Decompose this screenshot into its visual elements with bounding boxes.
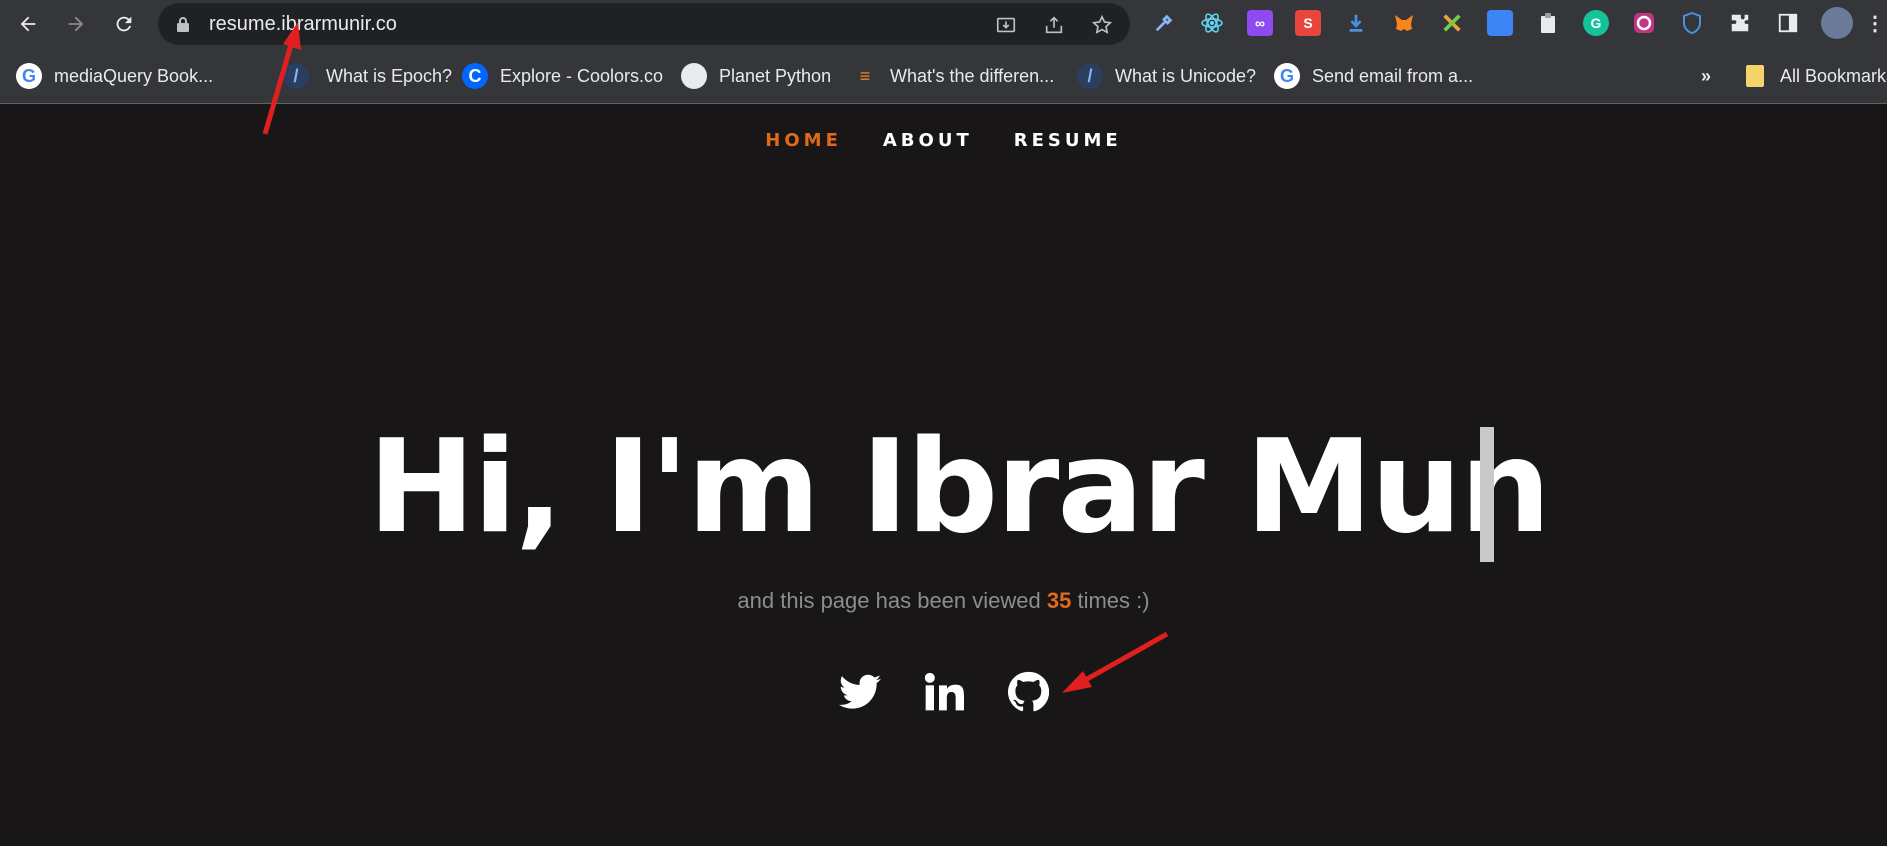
color-picker-extension-icon[interactable] — [1151, 10, 1177, 36]
github-icon[interactable] — [1006, 670, 1050, 714]
bookmark-mediaquery[interactable]: G mediaQuery Book... — [16, 63, 213, 89]
coolors-icon: C — [462, 63, 488, 89]
reload-button[interactable] — [108, 8, 140, 40]
react-devtools-icon[interactable] — [1199, 10, 1225, 36]
forward-button[interactable] — [60, 8, 92, 40]
site-nav: HOME ABOUT RESUME — [0, 130, 1887, 151]
linkedin-icon[interactable] — [922, 670, 966, 714]
browser-toolbar: resume.ibrarmunir.co ∞ S G ⋮ — [0, 0, 1887, 48]
nav-home[interactable]: HOME — [765, 130, 842, 151]
bookmarks-overflow-button[interactable]: » — [1701, 63, 1711, 89]
purple-extension-icon[interactable]: ∞ — [1247, 10, 1273, 36]
globe-icon — [681, 63, 707, 89]
forward-arrow-icon — [68, 16, 84, 32]
twitter-icon[interactable] — [838, 670, 882, 714]
bookmark-epoch[interactable]: / What is Epoch? — [283, 63, 452, 89]
typing-cursor — [1480, 427, 1494, 562]
download-extension-icon[interactable] — [1343, 10, 1369, 36]
star-bookmark-icon[interactable] — [1090, 13, 1114, 37]
shield-extension-icon[interactable] — [1679, 10, 1705, 36]
view-count: 35 — [1046, 588, 1072, 613]
folder-icon — [1746, 65, 1764, 87]
bookmark-coolors[interactable]: C Explore - Coolors.co — [462, 63, 663, 89]
bookmark-unicode[interactable]: / What is Unicode? — [1077, 63, 1256, 89]
address-bar[interactable]: resume.ibrarmunir.co — [158, 3, 1130, 45]
back-button[interactable] — [12, 8, 44, 40]
red-extension-icon[interactable]: S — [1295, 10, 1321, 36]
grammarly-icon[interactable]: G — [1583, 10, 1609, 36]
more-menu-icon[interactable]: ⋮ — [1862, 10, 1887, 36]
share-icon[interactable] — [1042, 13, 1066, 37]
nav-resume[interactable]: RESUME — [1014, 130, 1122, 151]
url-text: resume.ibrarmunir.co — [209, 13, 397, 35]
bookmarks-bar: G mediaQuery Book... / What is Epoch? C … — [0, 48, 1887, 104]
social-links — [0, 670, 1887, 714]
stackoverflow-icon: ≡ — [859, 65, 871, 86]
view-counter: and this page has been viewed 35 times :… — [0, 588, 1887, 614]
ring-extension-icon[interactable] — [1631, 10, 1657, 36]
bookmark-planet-python[interactable]: Planet Python — [681, 63, 831, 89]
install-app-icon[interactable] — [994, 13, 1018, 37]
blue-square-extension-icon[interactable] — [1487, 10, 1513, 36]
google-icon: G — [16, 63, 42, 89]
back-arrow-icon — [20, 16, 36, 32]
bookmark-send-email[interactable]: G Send email from a... — [1274, 63, 1473, 89]
lock-icon — [177, 17, 189, 32]
nav-about[interactable]: ABOUT — [883, 130, 973, 151]
slash-icon: / — [1077, 63, 1103, 89]
side-panel-icon[interactable] — [1775, 10, 1801, 36]
slash-icon: / — [283, 63, 309, 89]
google-icon: G — [1274, 63, 1300, 89]
reload-icon — [116, 16, 132, 32]
puzzle-extensions-icon[interactable] — [1727, 10, 1753, 36]
bookmark-difference[interactable]: ≡ What's the differen... — [852, 63, 1054, 89]
metamask-fox-icon[interactable] — [1391, 10, 1417, 36]
avatar[interactable] — [1821, 7, 1853, 39]
clipboard-extension-icon[interactable] — [1535, 10, 1561, 36]
all-bookmarks-folder[interactable]: All Bookmarks — [1746, 63, 1887, 89]
hero-title: Hi, I'm Ibrar Mun — [368, 413, 1551, 562]
cross-tools-icon[interactable] — [1439, 10, 1465, 36]
view-counter-suffix: times :) — [1071, 588, 1150, 613]
view-counter-prefix: and this page has been viewed — [737, 588, 1047, 613]
